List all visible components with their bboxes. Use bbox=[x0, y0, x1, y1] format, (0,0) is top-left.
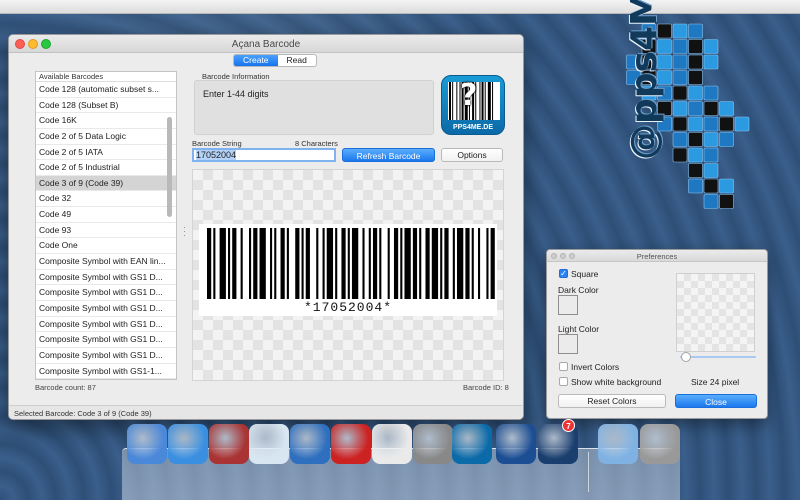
safari-icon[interactable] bbox=[168, 424, 208, 464]
split-handle[interactable]: · · · bbox=[183, 223, 186, 240]
list-item[interactable]: Code 2 of 5 Data Logic bbox=[36, 129, 176, 145]
finder-icon[interactable] bbox=[127, 424, 167, 464]
barcode-id: Barcode ID: 8 bbox=[463, 383, 509, 392]
window-title: Açana Barcode bbox=[231, 39, 301, 50]
logo-text: PPS4ME.DE bbox=[452, 124, 494, 131]
list-item[interactable]: Code 16K bbox=[36, 113, 176, 129]
light-color-label: Light Color bbox=[558, 324, 600, 334]
list-item[interactable]: Code 128 (Subset B) bbox=[36, 98, 176, 114]
trash-icon[interactable] bbox=[640, 424, 680, 464]
preferences-preview bbox=[676, 273, 755, 352]
size-slider-knob[interactable] bbox=[681, 352, 691, 362]
list-item[interactable]: Code 3 of 9 (Code 39) bbox=[36, 175, 176, 192]
reset-colors-button[interactable]: Reset Colors bbox=[558, 394, 666, 408]
refresh-barcode-button[interactable]: Refresh Barcode bbox=[342, 148, 435, 162]
dock-separator bbox=[588, 452, 589, 492]
info-text: Enter 1-44 digits bbox=[203, 89, 269, 99]
light-color-well[interactable] bbox=[558, 334, 578, 354]
list-item[interactable]: Composite Symbol with EAN lin... bbox=[36, 254, 176, 270]
barcode-count: Barcode count: 87 bbox=[35, 383, 96, 392]
barcode-list[interactable]: Available Barcodes Code 128 (automatic s… bbox=[35, 71, 177, 380]
guarantee-icon[interactable] bbox=[209, 424, 249, 464]
list-scrollbar[interactable] bbox=[167, 117, 172, 217]
list-item[interactable]: Code One bbox=[36, 238, 176, 255]
barcode-app-icon[interactable] bbox=[452, 424, 492, 464]
barcode-image: *17052004* bbox=[199, 224, 497, 316]
list-item[interactable]: Code 49 bbox=[36, 207, 176, 223]
barcode-string-label: Barcode String bbox=[192, 139, 242, 148]
list-item[interactable]: Composite Symbol with GS1-1... bbox=[36, 364, 176, 379]
list-item[interactable]: Code 93 bbox=[36, 223, 176, 239]
list-item[interactable]: Code 2 of 5 IATA bbox=[36, 145, 176, 161]
list-item[interactable]: Code 128 (automatic subset s... bbox=[36, 82, 176, 98]
close-button[interactable]: Close bbox=[675, 394, 757, 408]
globe-icon[interactable] bbox=[290, 424, 330, 464]
mode-segmented-control: Create Read bbox=[233, 54, 317, 67]
main-window: Açana Barcode Create Read Available Barc… bbox=[8, 34, 524, 420]
invert-colors-label: Invert Colors bbox=[571, 362, 620, 372]
list-header: Available Barcodes bbox=[36, 72, 176, 82]
preferences-title-bar: Preferences bbox=[547, 250, 767, 262]
handshake-icon[interactable] bbox=[496, 424, 536, 464]
options-button[interactable]: Options bbox=[441, 148, 503, 162]
barcode-human-readable: *17052004* bbox=[303, 300, 392, 315]
list-item[interactable]: Composite Symbol with GS1 D... bbox=[36, 270, 176, 286]
menu-bar bbox=[0, 0, 800, 14]
list-item[interactable]: Composite Symbol with GS1 D... bbox=[36, 317, 176, 333]
preferences-title: Preferences bbox=[636, 252, 678, 261]
notification-badge: 7 bbox=[562, 419, 575, 432]
car-icon[interactable] bbox=[249, 424, 289, 464]
barcode-bars bbox=[207, 228, 495, 299]
character-count: 8 Characters bbox=[295, 139, 338, 148]
app-logo: ? PPS4ME.DE bbox=[441, 75, 505, 135]
brand-text: @pps4Me bbox=[624, 0, 665, 160]
dark-color-label: Dark Color bbox=[558, 285, 599, 295]
white-background-checkbox[interactable] bbox=[559, 377, 568, 386]
question-mark-icon: ? bbox=[460, 78, 478, 113]
acrobat-icon[interactable] bbox=[331, 424, 371, 464]
barcode-string-value: 17052004 bbox=[196, 150, 237, 160]
flashdrive-icon[interactable] bbox=[413, 424, 453, 464]
list-item[interactable]: Composite Symbol with GS1 D... bbox=[36, 332, 176, 348]
list-item[interactable]: Code 2 of 5 Industrial bbox=[36, 160, 176, 176]
invert-colors-checkbox[interactable] bbox=[559, 362, 568, 371]
tab-create[interactable]: Create bbox=[234, 55, 278, 66]
dark-color-well[interactable] bbox=[558, 295, 578, 315]
white-background-label: Show white background bbox=[571, 377, 662, 387]
list-item[interactable]: Composite Symbol with GS1 D... bbox=[36, 301, 176, 317]
status-bar: Selected Barcode: Code 3 of 9 (Code 39) bbox=[9, 405, 523, 419]
preferences-panel: Preferences ✓ Square Dark Color Light Co… bbox=[546, 249, 768, 419]
status-text: Selected Barcode: Code 3 of 9 (Code 39) bbox=[14, 409, 152, 418]
qr-lite-icon[interactable] bbox=[372, 424, 412, 464]
barcode-preview: *17052004* bbox=[192, 169, 504, 381]
list-item[interactable]: Composite Symbol with GS1 D... bbox=[36, 348, 176, 364]
list-item[interactable]: Code 32 bbox=[36, 191, 176, 208]
size-slider-track[interactable] bbox=[680, 356, 756, 358]
info-box: Enter 1-44 digits bbox=[194, 80, 434, 135]
tab-read[interactable]: Read bbox=[278, 55, 316, 66]
title-bar: Açana Barcode bbox=[9, 35, 523, 53]
list-item[interactable]: Composite Symbol with GS1 D... bbox=[36, 285, 176, 301]
size-label: Size 24 pixel bbox=[691, 377, 740, 387]
barcode-string-input[interactable]: 17052004 bbox=[192, 148, 336, 162]
square-label: Square bbox=[571, 269, 599, 279]
square-checkbox[interactable]: ✓ bbox=[559, 269, 568, 278]
folder-icon[interactable] bbox=[598, 424, 638, 464]
